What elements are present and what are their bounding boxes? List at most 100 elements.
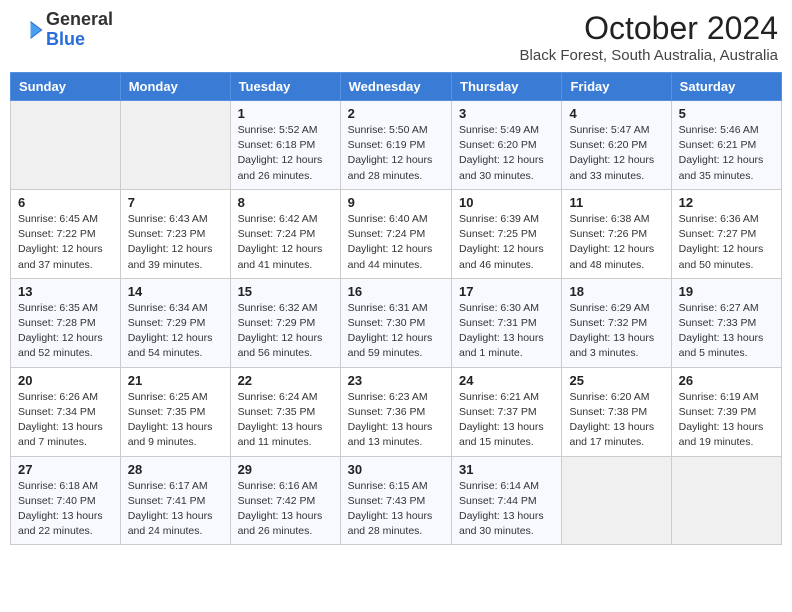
calendar-cell: 18 Sunrise: 6:29 AMSunset: 7:32 PMDayligh… bbox=[562, 278, 671, 367]
day-number: 23 bbox=[348, 373, 444, 388]
calendar-cell bbox=[11, 101, 121, 190]
week-row-5: 27 Sunrise: 6:18 AMSunset: 7:40 PMDayligh… bbox=[11, 456, 782, 545]
day-info: Sunrise: 6:36 AMSunset: 7:27 PMDaylight:… bbox=[679, 212, 774, 273]
day-info: Sunrise: 6:21 AMSunset: 7:37 PMDaylight:… bbox=[459, 390, 554, 451]
day-number: 7 bbox=[128, 195, 223, 210]
day-info: Sunrise: 6:31 AMSunset: 7:30 PMDaylight:… bbox=[348, 301, 444, 362]
calendar-cell: 17Sunrise: 6:30 AMSunset: 7:31 PMDayligh… bbox=[452, 278, 562, 367]
calendar-cell: 28Sunrise: 6:17 AMSunset: 7:41 PMDayligh… bbox=[120, 456, 230, 545]
calendar-cell: 20 Sunrise: 6:26 AMSunset: 7:34 PMDayligh… bbox=[11, 367, 121, 456]
calendar-table: SundayMondayTuesdayWednesdayThursdayFrid… bbox=[10, 72, 782, 545]
calendar-cell: 7 Sunrise: 6:43 AMSunset: 7:23 PMDaylight… bbox=[120, 189, 230, 278]
day-info: Sunrise: 5:47 AMSunset: 6:20 PMDaylight:… bbox=[569, 123, 663, 184]
day-number: 30 bbox=[348, 462, 444, 477]
calendar-cell: 22 Sunrise: 6:24 AMSunset: 7:35 PMDayligh… bbox=[230, 367, 340, 456]
calendar-cell: 25 Sunrise: 6:20 AMSunset: 7:38 PMDayligh… bbox=[562, 367, 671, 456]
day-info: Sunrise: 5:46 AMSunset: 6:21 PMDaylight:… bbox=[679, 123, 774, 184]
day-info: Sunrise: 6:38 AMSunset: 7:26 PMDaylight:… bbox=[569, 212, 663, 273]
calendar-cell: 21 Sunrise: 6:25 AMSunset: 7:35 PMDayligh… bbox=[120, 367, 230, 456]
day-info: Sunrise: 6:14 AMSunset: 7:44 PMDaylight:… bbox=[459, 479, 554, 540]
calendar-cell bbox=[120, 101, 230, 190]
day-info: Sunrise: 6:40 AMSunset: 7:24 PMDaylight:… bbox=[348, 212, 444, 273]
title-block: October 2024 Black Forest, South Austral… bbox=[520, 10, 778, 64]
calendar-cell: 19Sunrise: 6:27 AMSunset: 7:33 PMDayligh… bbox=[671, 278, 781, 367]
calendar-cell: 9 Sunrise: 6:40 AMSunset: 7:24 PMDaylight… bbox=[340, 189, 451, 278]
weekday-header-thursday: Thursday bbox=[452, 73, 562, 101]
calendar-cell: 1 Sunrise: 5:52 AMSunset: 6:18 PMDaylight… bbox=[230, 101, 340, 190]
calendar-cell: 14Sunrise: 6:34 AMSunset: 7:29 PMDayligh… bbox=[120, 278, 230, 367]
day-info: Sunrise: 6:42 AMSunset: 7:24 PMDaylight:… bbox=[238, 212, 333, 273]
day-number: 16 bbox=[348, 284, 444, 299]
calendar-cell: 27 Sunrise: 6:18 AMSunset: 7:40 PMDayligh… bbox=[11, 456, 121, 545]
day-info: Sunrise: 6:15 AMSunset: 7:43 PMDaylight:… bbox=[348, 479, 444, 540]
day-number: 15 bbox=[238, 284, 333, 299]
calendar-cell: 6Sunrise: 6:45 AMSunset: 7:22 PMDaylight… bbox=[11, 189, 121, 278]
logo-blue: Blue bbox=[46, 29, 85, 49]
day-number: 8 bbox=[238, 195, 333, 210]
day-number: 20 bbox=[18, 373, 113, 388]
day-number: 27 bbox=[18, 462, 113, 477]
weekday-header-tuesday: Tuesday bbox=[230, 73, 340, 101]
calendar-cell: 5 Sunrise: 5:46 AMSunset: 6:21 PMDaylight… bbox=[671, 101, 781, 190]
day-number: 2 bbox=[348, 106, 444, 121]
calendar-cell bbox=[562, 456, 671, 545]
day-number: 18 bbox=[569, 284, 663, 299]
day-info: Sunrise: 6:16 AMSunset: 7:42 PMDaylight:… bbox=[238, 479, 333, 540]
day-info: Sunrise: 5:50 AMSunset: 6:19 PMDaylight:… bbox=[348, 123, 444, 184]
weekday-header-saturday: Saturday bbox=[671, 73, 781, 101]
calendar-cell: 12Sunrise: 6:36 AMSunset: 7:27 PMDayligh… bbox=[671, 189, 781, 278]
day-number: 9 bbox=[348, 195, 444, 210]
day-number: 28 bbox=[128, 462, 223, 477]
day-number: 10 bbox=[459, 195, 554, 210]
week-row-3: 13Sunrise: 6:35 AMSunset: 7:28 PMDayligh… bbox=[11, 278, 782, 367]
day-info: Sunrise: 5:52 AMSunset: 6:18 PMDaylight:… bbox=[238, 123, 333, 184]
calendar-cell bbox=[671, 456, 781, 545]
calendar-cell: 10 Sunrise: 6:39 AMSunset: 7:25 PMDayligh… bbox=[452, 189, 562, 278]
day-number: 4 bbox=[569, 106, 663, 121]
day-number: 26 bbox=[679, 373, 774, 388]
day-info: Sunrise: 6:29 AMSunset: 7:32 PMDaylight:… bbox=[569, 301, 663, 362]
location-title: Black Forest, South Australia, Australia bbox=[520, 47, 778, 64]
day-number: 31 bbox=[459, 462, 554, 477]
calendar-cell: 13Sunrise: 6:35 AMSunset: 7:28 PMDayligh… bbox=[11, 278, 121, 367]
day-number: 5 bbox=[679, 106, 774, 121]
day-info: Sunrise: 6:25 AMSunset: 7:35 PMDaylight:… bbox=[128, 390, 223, 451]
calendar-cell: 4 Sunrise: 5:47 AMSunset: 6:20 PMDaylight… bbox=[562, 101, 671, 190]
page-header: General Blue October 2024 Black Forest, … bbox=[10, 10, 782, 64]
day-number: 22 bbox=[238, 373, 333, 388]
day-info: Sunrise: 6:19 AMSunset: 7:39 PMDaylight:… bbox=[679, 390, 774, 451]
calendar-cell: 11 Sunrise: 6:38 AMSunset: 7:26 PMDayligh… bbox=[562, 189, 671, 278]
day-info: Sunrise: 6:24 AMSunset: 7:35 PMDaylight:… bbox=[238, 390, 333, 451]
day-info: Sunrise: 6:43 AMSunset: 7:23 PMDaylight:… bbox=[128, 212, 223, 273]
day-info: Sunrise: 6:26 AMSunset: 7:34 PMDaylight:… bbox=[18, 390, 113, 451]
weekday-header-monday: Monday bbox=[120, 73, 230, 101]
weekday-header-friday: Friday bbox=[562, 73, 671, 101]
day-number: 21 bbox=[128, 373, 223, 388]
day-info: Sunrise: 6:32 AMSunset: 7:29 PMDaylight:… bbox=[238, 301, 333, 362]
calendar-cell: 23 Sunrise: 6:23 AMSunset: 7:36 PMDayligh… bbox=[340, 367, 451, 456]
day-info: Sunrise: 6:35 AMSunset: 7:28 PMDaylight:… bbox=[18, 301, 113, 362]
weekday-header-row: SundayMondayTuesdayWednesdayThursdayFrid… bbox=[11, 73, 782, 101]
logo-icon bbox=[14, 15, 44, 45]
calendar-cell: 31 Sunrise: 6:14 AMSunset: 7:44 PMDayligh… bbox=[452, 456, 562, 545]
calendar-cell: 15 Sunrise: 6:32 AMSunset: 7:29 PMDayligh… bbox=[230, 278, 340, 367]
day-info: Sunrise: 6:18 AMSunset: 7:40 PMDaylight:… bbox=[18, 479, 113, 540]
day-number: 25 bbox=[569, 373, 663, 388]
weekday-header-wednesday: Wednesday bbox=[340, 73, 451, 101]
day-number: 6 bbox=[18, 195, 113, 210]
week-row-4: 20 Sunrise: 6:26 AMSunset: 7:34 PMDayligh… bbox=[11, 367, 782, 456]
calendar-cell: 16 Sunrise: 6:31 AMSunset: 7:30 PMDayligh… bbox=[340, 278, 451, 367]
day-number: 11 bbox=[569, 195, 663, 210]
day-info: Sunrise: 6:39 AMSunset: 7:25 PMDaylight:… bbox=[459, 212, 554, 273]
day-info: Sunrise: 6:23 AMSunset: 7:36 PMDaylight:… bbox=[348, 390, 444, 451]
weekday-header-sunday: Sunday bbox=[11, 73, 121, 101]
day-number: 14 bbox=[128, 284, 223, 299]
week-row-1: 1 Sunrise: 5:52 AMSunset: 6:18 PMDaylight… bbox=[11, 101, 782, 190]
day-number: 1 bbox=[238, 106, 333, 121]
calendar-cell: 26 Sunrise: 6:19 AMSunset: 7:39 PMDayligh… bbox=[671, 367, 781, 456]
week-row-2: 6Sunrise: 6:45 AMSunset: 7:22 PMDaylight… bbox=[11, 189, 782, 278]
day-number: 19 bbox=[679, 284, 774, 299]
calendar-cell: 3Sunrise: 5:49 AMSunset: 6:20 PMDaylight… bbox=[452, 101, 562, 190]
day-info: Sunrise: 6:20 AMSunset: 7:38 PMDaylight:… bbox=[569, 390, 663, 451]
calendar-cell: 29Sunrise: 6:16 AMSunset: 7:42 PMDayligh… bbox=[230, 456, 340, 545]
